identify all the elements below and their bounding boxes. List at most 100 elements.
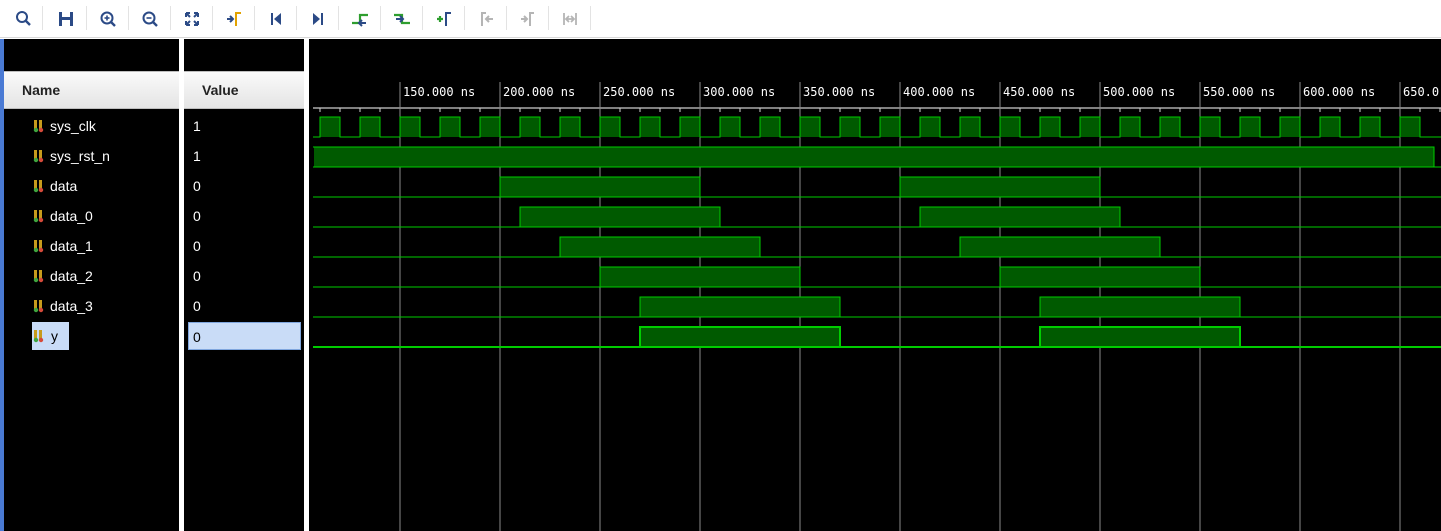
value-row-data_3[interactable]: 0 <box>184 291 304 321</box>
toolbar-separator <box>464 6 465 30</box>
signal-value: 0 <box>193 329 201 345</box>
logic-signal-icon <box>33 239 47 253</box>
waveform-canvas[interactable]: 150.000 ns 200.000 ns 250.000 ns 300.000 ns… <box>309 39 1441 531</box>
toolbar-separator <box>86 6 87 30</box>
time-tick-label: 250.000 ns <box>603 85 675 99</box>
waveform-toolbar <box>0 0 1441 38</box>
signal-value: 0 <box>193 178 201 194</box>
high-region <box>880 117 900 137</box>
signal-value: 0 <box>193 208 201 224</box>
high-region <box>480 117 500 137</box>
high-region <box>920 207 1120 227</box>
previous-transition-icon[interactable] <box>348 7 372 31</box>
zoom-fit-icon[interactable] <box>180 7 204 31</box>
waveform-data_1[interactable] <box>313 236 1441 258</box>
signal-row-y[interactable]: y <box>4 321 179 351</box>
high-region <box>960 117 980 137</box>
value-row-data_2[interactable]: 0 <box>184 261 304 291</box>
toolbar-separator <box>380 6 381 30</box>
signal-row-data_0[interactable]: data_0 <box>4 201 179 231</box>
high-region <box>1280 117 1300 137</box>
swap-cursors-icon[interactable] <box>558 7 582 31</box>
selected-value-box: 0 <box>188 322 301 350</box>
signal-row-sys_clk[interactable]: sys_clk <box>4 111 179 141</box>
toolbar-separator <box>338 6 339 30</box>
waveform-data[interactable] <box>313 176 1441 198</box>
high-region <box>1400 117 1420 137</box>
time-tick-label: 150.000 ns <box>403 85 475 99</box>
toolbar-separator <box>42 6 43 30</box>
waveform-sys_rst_n[interactable] <box>313 146 1441 168</box>
logic-signal-icon <box>33 329 47 343</box>
go-to-last-time-icon[interactable] <box>306 7 330 31</box>
value-row-data_1[interactable]: 0 <box>184 231 304 261</box>
name-column-header[interactable]: Name <box>4 71 179 109</box>
toolbar-separator <box>254 6 255 30</box>
time-tick-label: 550.000 ns <box>1203 85 1275 99</box>
logic-signal-icon <box>33 149 47 163</box>
signal-value: 0 <box>193 268 201 284</box>
zoom-in-icon[interactable] <box>96 7 120 31</box>
waveform-sys_clk[interactable] <box>313 116 1441 138</box>
high-region <box>520 207 720 227</box>
previous-marker-icon[interactable] <box>474 7 498 31</box>
toolbar-separator <box>296 6 297 30</box>
go-to-cursor-icon[interactable] <box>222 7 246 31</box>
add-marker-icon[interactable] <box>432 7 456 31</box>
logic-signal-icon <box>33 209 47 223</box>
high-region <box>360 117 380 137</box>
waveform-svg[interactable]: 150.000 ns 200.000 ns 250.000 ns 300.000 ns… <box>309 39 1441 531</box>
next-transition-icon[interactable] <box>390 7 414 31</box>
waveform-data_3[interactable] <box>313 296 1441 318</box>
signal-row-data_3[interactable]: data_3 <box>4 291 179 321</box>
signal-name: data <box>50 178 78 194</box>
high-region <box>760 117 780 137</box>
toolbar-separator <box>506 6 507 30</box>
high-region <box>1360 117 1380 137</box>
time-tick-label: 300.000 ns <box>703 85 775 99</box>
signal-row-data[interactable]: data <box>4 171 179 201</box>
high-region <box>1040 297 1240 317</box>
signal-value: 1 <box>193 118 201 134</box>
toolbar-separator <box>212 6 213 30</box>
high-region <box>560 237 760 257</box>
next-marker-icon[interactable] <box>516 7 540 31</box>
value-column-header[interactable]: Value <box>184 71 304 109</box>
zoom-out-icon[interactable] <box>138 7 162 31</box>
value-row-sys_clk[interactable]: 1 <box>184 111 304 141</box>
waveform-trace <box>313 206 1441 228</box>
high-region <box>640 297 840 317</box>
signal-name: sys_clk <box>50 118 96 134</box>
signal-name: data_2 <box>50 268 93 284</box>
save-icon[interactable] <box>54 7 78 31</box>
value-row-y[interactable]: 0 <box>184 321 304 351</box>
value-row-data[interactable]: 0 <box>184 171 304 201</box>
high-region <box>720 117 740 137</box>
signal-name: data_3 <box>50 298 93 314</box>
high-region <box>640 327 840 347</box>
time-tick-label: 350.000 ns <box>803 85 875 99</box>
waveform-y[interactable] <box>313 326 1441 348</box>
signal-row-data_1[interactable]: data_1 <box>4 231 179 261</box>
signal-name: sys_rst_n <box>50 148 110 164</box>
high-region <box>1240 117 1260 137</box>
go-to-time-zero-icon[interactable] <box>264 7 288 31</box>
time-tick-label: 400.000 ns <box>903 85 975 99</box>
waveform-data_0[interactable] <box>313 206 1441 228</box>
value-row-data_0[interactable]: 0 <box>184 201 304 231</box>
signal-row-sys_rst_n[interactable]: sys_rst_n <box>4 141 179 171</box>
value-row-sys_rst_n[interactable]: 1 <box>184 141 304 171</box>
high-region <box>920 117 940 137</box>
signal-row-data_2[interactable]: data_2 <box>4 261 179 291</box>
waveform-data_2[interactable] <box>313 266 1441 288</box>
waveform-trace <box>313 176 1441 198</box>
search-icon[interactable] <box>12 7 36 31</box>
waveform-trace <box>313 236 1441 258</box>
high-region <box>1120 117 1140 137</box>
toolbar-separator <box>128 6 129 30</box>
signal-name: y <box>50 328 61 344</box>
high-region <box>320 117 340 137</box>
high-region <box>1000 267 1200 287</box>
time-tick-label: 650.0 <box>1403 85 1439 99</box>
time-tick-label: 450.000 ns <box>1003 85 1075 99</box>
